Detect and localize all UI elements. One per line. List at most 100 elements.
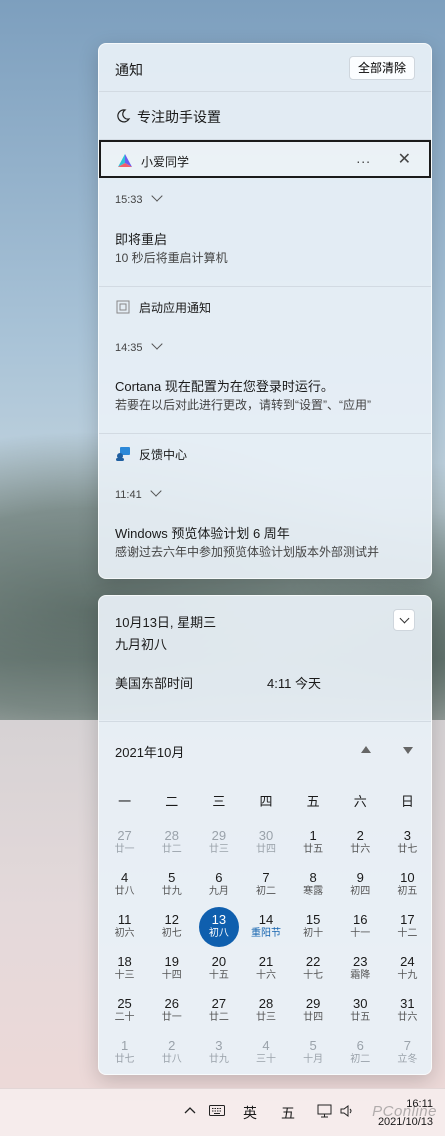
close-icon[interactable]: ✕ bbox=[398, 149, 411, 169]
calendar-day[interactable]: 29 廿三 bbox=[195, 822, 242, 864]
calendar-day[interactable]: 1 廿五 bbox=[290, 822, 337, 864]
calendar-day[interactable]: 28 廿二 bbox=[148, 822, 195, 864]
clock-date[interactable]: 2021/10/13 bbox=[378, 1116, 433, 1128]
calendar-day[interactable]: 2 廿八 bbox=[148, 1032, 195, 1074]
calendar-day[interactable]: 30 廿五 bbox=[337, 990, 384, 1032]
day-number: 28 bbox=[258, 996, 274, 1011]
lunar-day: 初六 bbox=[114, 928, 135, 939]
calendar-day[interactable]: 23 霜降 bbox=[337, 948, 384, 990]
calendar-day[interactable]: 16 十一 bbox=[337, 906, 384, 948]
app-name: 启动应用通知 bbox=[139, 301, 212, 315]
notification-time[interactable]: 14:35 bbox=[115, 338, 163, 354]
collapse-calendar-button[interactable] bbox=[393, 609, 415, 631]
calendar-day[interactable]: 3 廿九 bbox=[195, 1032, 242, 1074]
notification-title-text[interactable]: Windows 预览体验计划 6 周年 bbox=[115, 523, 290, 542]
day-number: 14 bbox=[258, 912, 274, 927]
day-number: 31 bbox=[400, 996, 415, 1011]
lunar-day: 初八 bbox=[208, 928, 229, 939]
calendar-day[interactable]: 25 二十 bbox=[101, 990, 148, 1032]
timezone-name: 美国东部时间 bbox=[115, 676, 194, 691]
calendar-day[interactable]: 3 廿七 bbox=[384, 822, 431, 864]
calendar-day[interactable]: 21 十六 bbox=[242, 948, 289, 990]
calendar-day[interactable]: 30 廿四 bbox=[242, 822, 289, 864]
calendar-day[interactable]: 24 十九 bbox=[384, 948, 431, 990]
chevron-down-icon bbox=[399, 613, 410, 624]
app-generic-icon bbox=[116, 300, 130, 314]
calendar-day[interactable]: 19 十四 bbox=[148, 948, 195, 990]
calendar-day[interactable]: 4 三十 bbox=[242, 1032, 289, 1074]
month-label[interactable]: 2021年10月 bbox=[115, 742, 184, 761]
lunar-day: 寒露 bbox=[303, 886, 324, 897]
lunar-day: 十三 bbox=[114, 970, 135, 981]
calendar-day[interactable]: 10 初五 bbox=[384, 864, 431, 906]
ime-mode-button[interactable]: 五 bbox=[281, 1103, 295, 1123]
calendar-day[interactable]: 7 初二 bbox=[242, 864, 289, 906]
lunar-day: 廿七 bbox=[114, 1054, 135, 1065]
calendar-day[interactable]: 18 十三 bbox=[101, 948, 148, 990]
calendar-day-today[interactable]: 13 初八 bbox=[195, 906, 242, 948]
day-number: 4 bbox=[120, 870, 129, 885]
chevron-up-icon[interactable] bbox=[184, 1106, 196, 1114]
lunar-day: 廿五 bbox=[350, 1012, 371, 1023]
ime-language-button[interactable]: 英 bbox=[243, 1103, 257, 1123]
keyboard-icon[interactable] bbox=[209, 1105, 225, 1116]
next-month-icon[interactable] bbox=[403, 747, 413, 754]
calendar-day[interactable]: 20 十五 bbox=[195, 948, 242, 990]
calendar-day[interactable]: 2 廿六 bbox=[337, 822, 384, 864]
focus-assist-settings[interactable]: 专注助手设置 bbox=[99, 92, 431, 140]
notification-title-text[interactable]: Cortana 现在配置为在您登录时运行。 bbox=[115, 376, 334, 395]
network-icon[interactable] bbox=[317, 1104, 333, 1118]
calendar-day[interactable]: 8 寒露 bbox=[290, 864, 337, 906]
lunar-day: 十二 bbox=[397, 928, 418, 939]
calendar-day[interactable]: 31 廿六 bbox=[384, 990, 431, 1032]
lunar-day: 廿四 bbox=[303, 1012, 324, 1023]
lunar-day: 三十 bbox=[255, 1054, 276, 1065]
lunar-day: 霜降 bbox=[350, 970, 371, 981]
calendar-day[interactable]: 5 十月 bbox=[290, 1032, 337, 1074]
calendar-day[interactable]: 6 初二 bbox=[337, 1032, 384, 1074]
day-number: 29 bbox=[305, 996, 321, 1011]
lunar-day: 十九 bbox=[397, 970, 418, 981]
calendar-day[interactable]: 29 廿四 bbox=[290, 990, 337, 1032]
clear-all-button[interactable]: 全部清除 bbox=[348, 56, 415, 80]
notification-body-text: 感谢过去六年中参加预览体验计划版本外部测试并 bbox=[115, 545, 380, 559]
app-header-startup[interactable]: 启动应用通知 bbox=[99, 288, 431, 326]
calendar-day[interactable]: 1 廿七 bbox=[101, 1032, 148, 1074]
day-number: 2 bbox=[168, 1038, 176, 1053]
calendar-day[interactable]: 26 廿一 bbox=[148, 990, 195, 1032]
clock-time[interactable]: 16:11 bbox=[406, 1098, 433, 1110]
previous-month-icon[interactable] bbox=[361, 746, 371, 753]
day-number: 16 bbox=[353, 912, 368, 927]
app-name: 小爱同学 bbox=[141, 155, 190, 169]
calendar-day[interactable]: 28 廿三 bbox=[242, 990, 289, 1032]
divider bbox=[99, 286, 431, 287]
day-number: 24 bbox=[400, 954, 415, 969]
calendar-day[interactable]: 6 九月 bbox=[195, 864, 242, 906]
lunar-day: 二十 bbox=[114, 1012, 135, 1023]
volume-icon[interactable] bbox=[340, 1104, 354, 1118]
calendar-day[interactable]: 4 廿八 bbox=[101, 864, 148, 906]
calendar-day[interactable]: 15 初十 bbox=[290, 906, 337, 948]
calendar-day[interactable]: 17 十二 bbox=[384, 906, 431, 948]
calendar-day[interactable]: 12 初七 bbox=[148, 906, 195, 948]
calendar-day[interactable]: 7 立冬 bbox=[384, 1032, 431, 1074]
day-number: 7 bbox=[403, 1038, 412, 1053]
notification-time[interactable]: 11:41 bbox=[115, 485, 162, 501]
notification-time[interactable]: 15:33 bbox=[115, 190, 163, 206]
calendar-day[interactable]: 9 初四 bbox=[337, 864, 384, 906]
lunar-day: 廿六 bbox=[397, 1012, 418, 1023]
xiaoai-icon bbox=[118, 154, 132, 167]
calendar-day[interactable]: 11 初六 bbox=[101, 906, 148, 948]
calendar-day[interactable]: 14 重阳节 bbox=[242, 906, 289, 948]
calendar-day[interactable]: 27 廿一 bbox=[101, 822, 148, 864]
app-header-xiaoai[interactable]: 小爱同学 ... ✕ bbox=[99, 140, 431, 178]
calendar-day[interactable]: 5 廿九 bbox=[148, 864, 195, 906]
taskbar: 英 五 PConline 16:11 2021/10/13 bbox=[0, 1088, 445, 1136]
notification-body-text: 若要在以后对此进行更改，请转到“设置”、“应用” bbox=[115, 398, 371, 412]
moon-icon bbox=[117, 109, 131, 123]
calendar-day[interactable]: 27 廿二 bbox=[195, 990, 242, 1032]
calendar-day[interactable]: 22 十七 bbox=[290, 948, 337, 990]
app-header-feedback[interactable]: 反馈中心 bbox=[99, 435, 431, 473]
more-options-icon[interactable]: ... bbox=[356, 150, 371, 166]
notification-title-text[interactable]: 即将重启 bbox=[115, 229, 167, 248]
